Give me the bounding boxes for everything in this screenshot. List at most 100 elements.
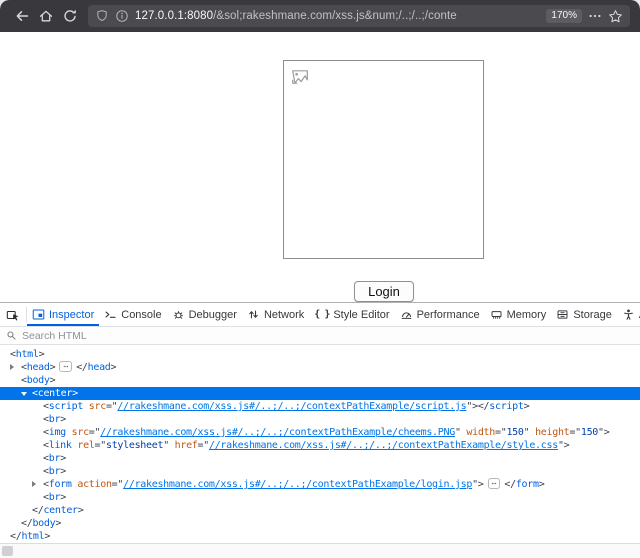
- link-token[interactable]: //rakeshmane.com/xss.js#/..;/..;/context…: [123, 479, 472, 490]
- back-button[interactable]: [10, 4, 34, 28]
- url-text[interactable]: 127.0.0.1:8080/&sol;rakeshmane.com/xss.j…: [135, 10, 540, 22]
- markup-row[interactable]: </body>: [0, 517, 640, 530]
- reload-button[interactable]: [58, 4, 82, 28]
- markup-row[interactable]: <br>: [0, 491, 640, 504]
- markup-row[interactable]: <img src="//rakeshmane.com/xss.js#/..;/.…: [0, 426, 640, 439]
- markup-row[interactable]: <br>: [0, 413, 640, 426]
- tag-token: html: [21, 531, 44, 542]
- tag-token: img: [49, 427, 66, 438]
- punctuation-token: >: [60, 453, 66, 464]
- punctuation-token: =": [95, 440, 106, 451]
- tab-label: Memory: [507, 309, 547, 321]
- inspector-icon: [32, 308, 45, 321]
- collapsed-ellipsis-badge[interactable]: ⋯: [59, 361, 72, 372]
- memory-icon: [490, 308, 503, 321]
- punctuation-token: >: [50, 375, 56, 386]
- tab-label: Console: [121, 309, 161, 321]
- punctuation-token: >: [524, 401, 530, 412]
- devtools-tab-performance[interactable]: Performance: [395, 303, 485, 326]
- punctuation-token: =": [106, 401, 117, 412]
- punctuation-token: </: [21, 518, 32, 529]
- tag-token: center: [43, 505, 77, 516]
- link-token[interactable]: //rakeshmane.com/xss.js#/..;/..;/context…: [209, 440, 558, 451]
- collapse-arrow[interactable]: [21, 392, 27, 396]
- broken-image-placeholder: [283, 60, 484, 259]
- punctuation-token: </: [504, 479, 515, 490]
- debugger-icon: [172, 308, 185, 321]
- tag-token: link: [49, 440, 72, 451]
- pick-element-button[interactable]: [0, 303, 26, 326]
- punctuation-token: >: [60, 492, 66, 503]
- devtools-tab-memory[interactable]: Memory: [485, 303, 552, 326]
- address-bar[interactable]: 127.0.0.1:8080/&sol;rakeshmane.com/xss.j…: [88, 5, 630, 27]
- punctuation-token: ">: [558, 440, 569, 451]
- braces-icon: { }: [314, 309, 329, 320]
- punctuation-token: </: [478, 401, 489, 412]
- site-info-icon[interactable]: [115, 9, 129, 23]
- devtools-tab-accessibility[interactable]: Accessibility: [617, 303, 640, 326]
- tag-token: html: [16, 349, 39, 360]
- login-button[interactable]: Login: [354, 281, 414, 302]
- punctuation-token: >: [78, 505, 84, 516]
- page-actions-button[interactable]: [588, 9, 602, 23]
- collapsed-ellipsis-badge[interactable]: ⋯: [488, 478, 501, 489]
- punctuation-token: >: [39, 349, 45, 360]
- markup-row[interactable]: <link rel="stylesheet" href="//rakeshman…: [0, 439, 640, 452]
- gauge-icon: [400, 308, 413, 321]
- punctuation-token: >: [60, 414, 66, 425]
- markup-row[interactable]: <html>: [0, 348, 640, 361]
- zoom-indicator[interactable]: 170%: [546, 9, 582, 23]
- punctuation-token: ">: [472, 479, 483, 490]
- search-input[interactable]: [22, 330, 634, 342]
- devtools-tab-console[interactable]: Console: [99, 303, 166, 326]
- devtools-tab-inspector[interactable]: Inspector: [27, 303, 99, 326]
- tag-token: head: [88, 362, 111, 373]
- attribute-token: href: [169, 440, 198, 451]
- attribute-token: src: [83, 401, 106, 412]
- star-icon: [608, 9, 623, 24]
- link-token[interactable]: //rakeshmane.com/xss.js#/..;/..;/context…: [100, 427, 455, 438]
- reload-icon: [62, 8, 78, 24]
- markup-row[interactable]: <center>: [0, 387, 640, 400]
- markup-row[interactable]: </center>: [0, 504, 640, 517]
- expand-arrow[interactable]: [10, 364, 14, 370]
- devtools-tab-network[interactable]: Network: [242, 303, 309, 326]
- markup-row[interactable]: <script src="//rakeshmane.com/xss.js#/..…: [0, 400, 640, 413]
- tag-token: script: [489, 401, 523, 412]
- value-token: 150: [506, 427, 523, 438]
- devtools-tab-style-editor[interactable]: { } Style Editor: [309, 303, 394, 326]
- tag-token: form: [516, 479, 539, 490]
- tag-token: br: [49, 466, 60, 477]
- markup-row[interactable]: <form action="//rakeshmane.com/xss.js#/.…: [0, 478, 640, 491]
- attribute-token: width: [461, 427, 495, 438]
- devtools-tab-storage[interactable]: Storage: [551, 303, 617, 326]
- attribute-token: src: [66, 427, 89, 438]
- horizontal-scrollbar[interactable]: [0, 543, 640, 558]
- markup-row[interactable]: <br>: [0, 465, 640, 478]
- markup-row[interactable]: <head>⋯</head>: [0, 361, 640, 374]
- punctuation-token: =": [89, 427, 100, 438]
- punctuation-token: >: [60, 466, 66, 477]
- punctuation-token: ">: [598, 427, 609, 438]
- console-icon: [104, 308, 117, 321]
- home-button[interactable]: [34, 4, 58, 28]
- expand-arrow[interactable]: [32, 481, 36, 487]
- tab-label: Storage: [573, 309, 612, 321]
- punctuation-token: </: [10, 531, 21, 542]
- markup-row[interactable]: <body>: [0, 374, 640, 387]
- tracking-shield-icon[interactable]: [95, 9, 109, 23]
- browser-toolbar: 127.0.0.1:8080/&sol;rakeshmane.com/xss.j…: [0, 0, 640, 32]
- markup-row[interactable]: </html>: [0, 530, 640, 543]
- tab-label: Style Editor: [333, 309, 389, 321]
- scrollbar-thumb[interactable]: [2, 546, 13, 556]
- devtools-tab-debugger[interactable]: Debugger: [167, 303, 242, 326]
- bookmark-star-button[interactable]: [608, 9, 623, 24]
- markup-view: <html><head>⋯</head><body><center><scrip…: [0, 345, 640, 549]
- punctuation-token: </: [76, 362, 87, 373]
- tag-token: body: [32, 518, 55, 529]
- punctuation-token: >: [55, 518, 61, 529]
- markup-row[interactable]: <br>: [0, 452, 640, 465]
- tag-token: center: [38, 388, 72, 399]
- link-token[interactable]: //rakeshmane.com/xss.js#/..;/..;/context…: [117, 401, 466, 412]
- devtools-tabbar: Inspector Console DebuggerNetwork { } Style …: [0, 303, 640, 327]
